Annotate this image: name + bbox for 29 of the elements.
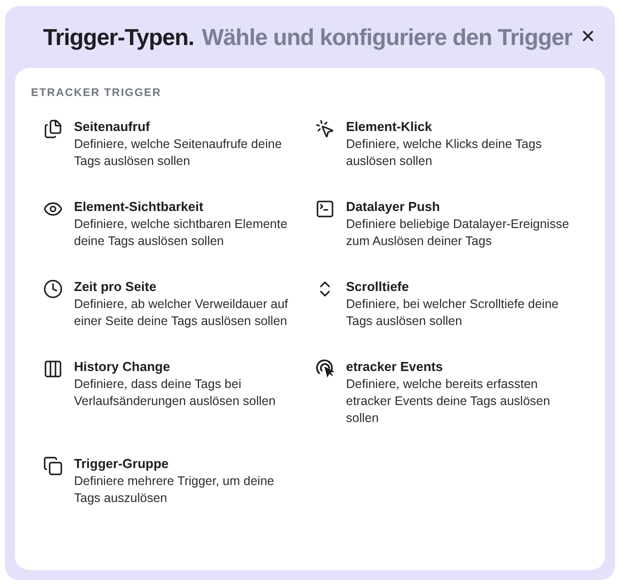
trigger-title[interactable]: Seitenaufruf — [74, 118, 150, 136]
section-heading: ETRACKER TRIGGER — [31, 86, 162, 101]
terminal-icon — [315, 198, 335, 218]
trigger-description: Definiere, bei welcher Scrolltiefe deine Tags auslösen sollen — [346, 296, 560, 330]
trigger-description: Definiere, welche sichtbaren Elemente deine Tags auslösen sollen — [74, 216, 288, 250]
close-button[interactable]: × — [576, 25, 599, 49]
columns-icon — [43, 358, 63, 378]
pointer-click-icon — [315, 118, 335, 138]
trigger-description: Definiere mehrere Trigger, um deine Tags auszulösen — [74, 472, 276, 506]
trigger-description: Definiere, welche bereits erfassten etracker Events deine Tags auslösen sollen — [346, 376, 552, 426]
clock-icon — [43, 278, 63, 298]
trigger-title[interactable]: Datalayer Push — [346, 198, 440, 216]
trigger-title[interactable]: Element-Sichtbarkeit — [74, 198, 204, 216]
dialog-subtitle: Wähle und konfiguriere den Trigger — [202, 22, 572, 52]
trigger-description: Definiere, welche Klicks deine Tags auslösen sollen — [346, 136, 543, 170]
trigger-description: Definiere beliebige Datalayer-Ereignisse zum Auslösen deiner Tags — [346, 216, 570, 250]
trigger-title[interactable]: History Change — [74, 358, 170, 376]
trigger-description: Definiere, ab welcher Verweildauer auf einer Seite deine Tags auslösen sollen — [74, 296, 290, 330]
trigger-title[interactable]: Zeit pro Seite — [74, 278, 156, 296]
trigger-title[interactable]: Scrolltiefe — [346, 278, 409, 296]
pages-icon — [43, 118, 63, 138]
trigger-title[interactable]: Trigger-Gruppe — [74, 454, 169, 472]
trigger-title[interactable]: Element-Klick — [346, 118, 432, 136]
dialog-title: Trigger-Typen. — [43, 22, 194, 52]
trigger-title[interactable]: etracker Events — [346, 358, 443, 376]
trigger-description: Definiere, welche Seitenaufrufe deine Tags auslösen sollen — [74, 136, 283, 170]
pointer-signal-icon — [315, 358, 335, 378]
stacked-squares-icon — [43, 456, 63, 476]
trigger-description: Definiere, dass deine Tags bei Verlaufsänderungen auslösen sollen — [74, 376, 277, 410]
